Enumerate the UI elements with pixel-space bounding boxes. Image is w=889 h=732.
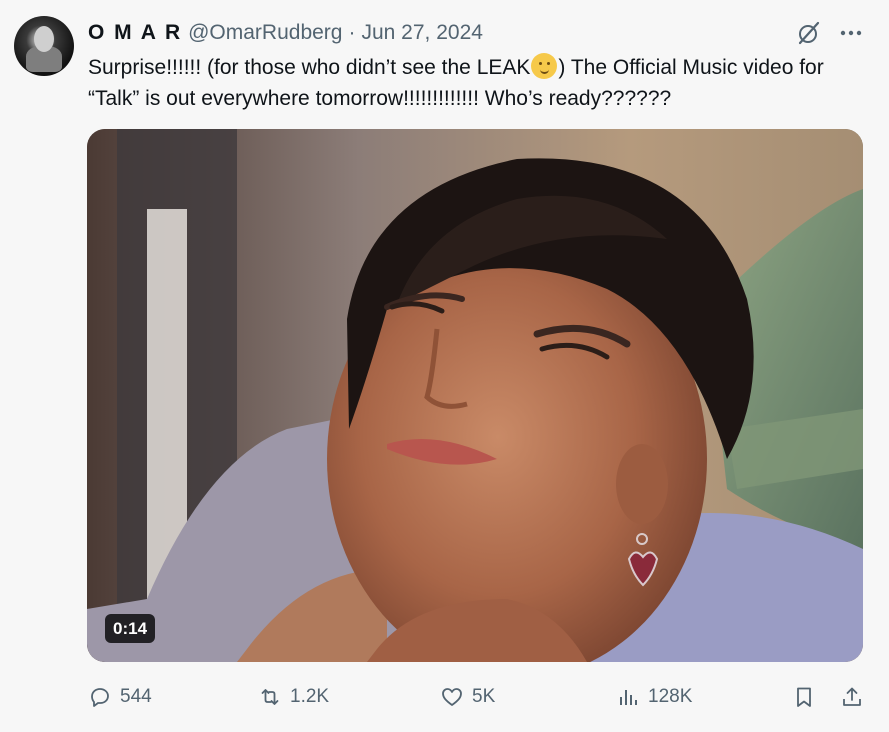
reply-count: 544: [120, 686, 152, 707]
repost-button[interactable]: 1.2K: [258, 680, 329, 714]
tweet-actions: 544 1.2K 5K 128K: [0, 680, 889, 714]
views-icon: [620, 690, 637, 705]
share-icon: [843, 687, 861, 706]
more-icon[interactable]: [838, 20, 864, 46]
reply-icon: [91, 688, 109, 707]
tweet-text-part1: Surprise!!!!!! (for those who didn’t see…: [88, 56, 531, 79]
grok-icon[interactable]: [796, 20, 822, 46]
bookmark-icon: [797, 687, 811, 707]
share-button[interactable]: [840, 680, 864, 714]
tweet-date[interactable]: Jun 27, 2024: [361, 21, 482, 45]
reply-button[interactable]: 544: [88, 680, 152, 714]
like-count: 5K: [472, 686, 496, 707]
video-frame: [87, 129, 863, 662]
display-name[interactable]: O M A R: [88, 21, 182, 45]
views-button[interactable]: 128K: [616, 680, 692, 714]
separator-dot: ·: [348, 21, 356, 44]
tweet-header: O M A R @OmarRudberg · Jun 27, 2024: [88, 18, 483, 48]
video-duration: 0:14: [105, 614, 156, 643]
bookmark-button[interactable]: [792, 680, 816, 714]
video-player[interactable]: 0:14: [87, 129, 863, 662]
tweet-text: Surprise!!!!!! (for those who didn’t see…: [88, 52, 878, 114]
user-handle[interactable]: @OmarRudberg: [188, 21, 342, 45]
repost-icon: [261, 689, 279, 705]
repost-count: 1.2K: [290, 686, 330, 707]
like-button[interactable]: 5K: [440, 680, 495, 714]
views-count: 128K: [648, 686, 693, 707]
heart-icon: [442, 688, 462, 706]
melting-face-emoji: [531, 53, 558, 79]
avatar-face: [34, 26, 54, 52]
avatar[interactable]: [14, 16, 74, 76]
